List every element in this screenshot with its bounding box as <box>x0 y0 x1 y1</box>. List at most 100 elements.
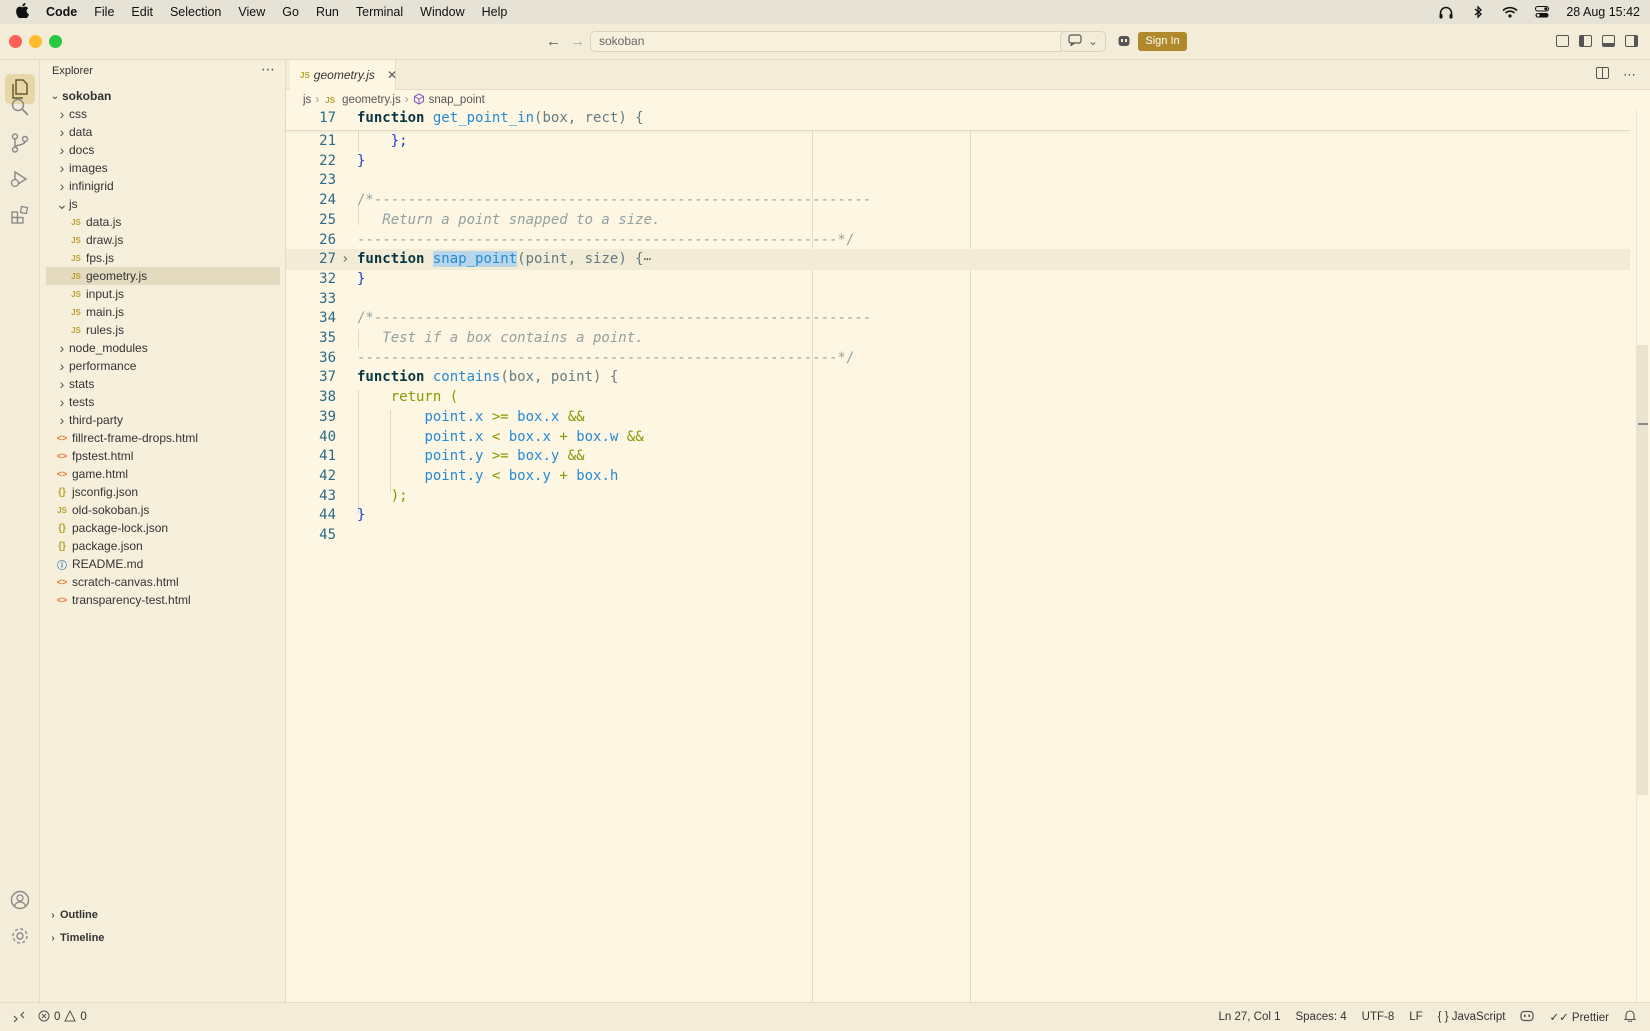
menu-run[interactable]: Run <box>316 5 339 19</box>
code-line[interactable]: 41 point.y >= box.y && <box>286 446 1630 467</box>
menu-go[interactable]: Go <box>282 5 299 19</box>
remote-indicator-icon[interactable] <box>0 1011 38 1023</box>
back-arrow-icon[interactable]: ← <box>546 33 561 50</box>
menu-app-code[interactable]: Code <box>46 5 77 19</box>
code-line[interactable]: 34 /*------------------------------------… <box>286 308 1630 329</box>
indentation[interactable]: Spaces: 4 <box>1295 1011 1346 1023</box>
tree-file[interactable]: JS main.js <box>46 303 280 321</box>
code-line[interactable]: 25 Return a point snapped to a size. <box>286 210 1630 231</box>
code-line[interactable]: 27 › function snap_point(point, size) {⋯ <box>286 249 1630 270</box>
code-line[interactable]: 38 return ( <box>286 387 1630 408</box>
toggle-primary-sidebar-icon[interactable] <box>1579 35 1592 47</box>
code-line[interactable]: 44} <box>286 505 1630 526</box>
timeline-section[interactable]: › Timeline <box>46 928 280 948</box>
tree-folder[interactable]: › docs <box>46 141 280 159</box>
sticky-scroll-header[interactable]: 17 function get_point_in(box, rect) { <box>286 110 1630 131</box>
control-center-icon[interactable] <box>1534 5 1550 19</box>
toggle-panel-icon[interactable] <box>1602 35 1615 47</box>
tree-folder[interactable]: › performance <box>46 357 280 375</box>
minimize-window-button[interactable] <box>29 35 42 48</box>
bluetooth-icon[interactable] <box>1470 5 1486 19</box>
forward-arrow-icon[interactable]: → <box>570 33 585 50</box>
tree-folder[interactable]: › stats <box>46 375 280 393</box>
tree-folder[interactable]: › tests <box>46 393 280 411</box>
menu-file[interactable]: File <box>94 5 114 19</box>
apple-icon[interactable] <box>16 2 30 21</box>
code-line[interactable]: 43 ); <box>286 486 1630 507</box>
menu-terminal[interactable]: Terminal <box>356 5 403 19</box>
outline-section[interactable]: › Outline <box>46 905 280 925</box>
tree-file[interactable]: {} package-lock.json <box>46 519 280 537</box>
tree-file[interactable]: JS fps.js <box>46 249 280 267</box>
menu-view[interactable]: View <box>238 5 265 19</box>
copilot-icon[interactable] <box>1117 34 1131 48</box>
code-line[interactable]: 40 point.x < box.x + box.w && <box>286 427 1630 448</box>
toggle-secondary-sidebar-icon[interactable] <box>1625 35 1638 47</box>
code-line[interactable]: 24 /*------------------------------------… <box>286 190 1630 211</box>
split-editor-icon[interactable] <box>1596 67 1609 83</box>
code-line[interactable]: 23 <box>286 170 1630 191</box>
copilot-status-icon[interactable] <box>1520 1010 1535 1025</box>
tree-folder[interactable]: › node_modules <box>46 339 280 357</box>
problems-indicator[interactable]: 0 0 <box>38 1009 87 1025</box>
tree-file[interactable]: <> transparency-test.html <box>46 591 280 609</box>
menu-selection[interactable]: Selection <box>170 5 221 19</box>
code-line[interactable]: 26 --------------------------------------… <box>286 230 1630 251</box>
code-line[interactable]: 36 --------------------------------------… <box>286 348 1630 369</box>
code-line[interactable]: 42 point.y < box.y + box.h <box>286 466 1630 487</box>
zoom-window-button[interactable] <box>49 35 62 48</box>
fold-chevron-icon[interactable]: › <box>341 249 349 270</box>
code-line[interactable]: 45 <box>286 525 1630 546</box>
command-center-search[interactable]: sokoban <box>590 31 1066 52</box>
sign-in-button[interactable]: Sign In <box>1138 32 1187 51</box>
customize-layout-icon[interactable] <box>1556 35 1569 47</box>
close-tab-icon[interactable]: ✕ <box>387 68 397 82</box>
manage-gear-icon[interactable] <box>9 925 31 947</box>
tree-file[interactable]: ⓘ README.md <box>46 555 280 573</box>
tree-file[interactable]: <> game.html <box>46 465 280 483</box>
headphones-icon[interactable] <box>1438 5 1454 19</box>
prettier-status[interactable]: ✓✓ Prettier <box>1549 1010 1609 1024</box>
tree-file[interactable]: JS draw.js <box>46 231 280 249</box>
tree-file[interactable]: JS old-sokoban.js <box>46 501 280 519</box>
code-line[interactable]: 33 <box>286 289 1630 310</box>
menu-window[interactable]: Window <box>420 5 464 19</box>
tree-folder[interactable]: › third-party <box>46 411 280 429</box>
cursor-position[interactable]: Ln 27, Col 1 <box>1218 1011 1280 1023</box>
run-and-debug-icon[interactable] <box>9 168 31 190</box>
tree-file[interactable]: {} jsconfig.json <box>46 483 280 501</box>
tree-file[interactable]: JS geometry.js <box>46 267 280 285</box>
tree-file[interactable]: JS data.js <box>46 213 280 231</box>
language-mode[interactable]: { } JavaScript <box>1438 1011 1506 1023</box>
more-actions-icon[interactable]: ⋯ <box>1623 67 1636 83</box>
code-line[interactable]: 35 Test if a box contains a point. <box>286 328 1630 349</box>
tree-file[interactable]: {} package.json <box>46 537 280 555</box>
scrollbar-thumb[interactable] <box>1637 345 1648 795</box>
breadcrumb-file[interactable]: geometry.js <box>342 94 401 106</box>
extensions-icon[interactable] <box>9 204 31 226</box>
tree-file[interactable]: JS input.js <box>46 285 280 303</box>
code-line[interactable]: 21 }; <box>286 131 1630 152</box>
code-line[interactable]: 32} <box>286 269 1630 290</box>
tree-folder[interactable]: ⌄ js <box>46 195 280 213</box>
code-editor[interactable]: 17 function get_point_in(box, rect) { 21… <box>286 110 1630 1002</box>
menu-help[interactable]: Help <box>482 5 508 19</box>
tree-file[interactable]: JS rules.js <box>46 321 280 339</box>
source-control-icon[interactable] <box>9 132 31 154</box>
breadcrumb-folder-js[interactable]: js <box>303 94 311 106</box>
end-of-line[interactable]: LF <box>1409 1011 1422 1023</box>
breadcrumb-symbol[interactable]: snap_point <box>429 94 485 106</box>
close-window-button[interactable] <box>9 35 22 48</box>
encoding[interactable]: UTF-8 <box>1362 1011 1395 1023</box>
accounts-icon[interactable] <box>9 889 31 911</box>
tree-folder[interactable]: › infinigrid <box>46 177 280 195</box>
more-actions-icon[interactable]: ⋯ <box>261 61 275 78</box>
workspace-root[interactable]: ⌄ sokoban <box>48 87 282 105</box>
tree-file[interactable]: <> scratch-canvas.html <box>46 573 280 591</box>
tree-folder[interactable]: › css <box>46 105 280 123</box>
menu-edit[interactable]: Edit <box>131 5 153 19</box>
tree-folder[interactable]: › images <box>46 159 280 177</box>
copilot-chat-button[interactable]: ⌄ <box>1060 31 1106 52</box>
tree-file[interactable]: <> fillrect-frame-drops.html <box>46 429 280 447</box>
code-line[interactable]: 37 function contains(box, point) { <box>286 367 1630 388</box>
